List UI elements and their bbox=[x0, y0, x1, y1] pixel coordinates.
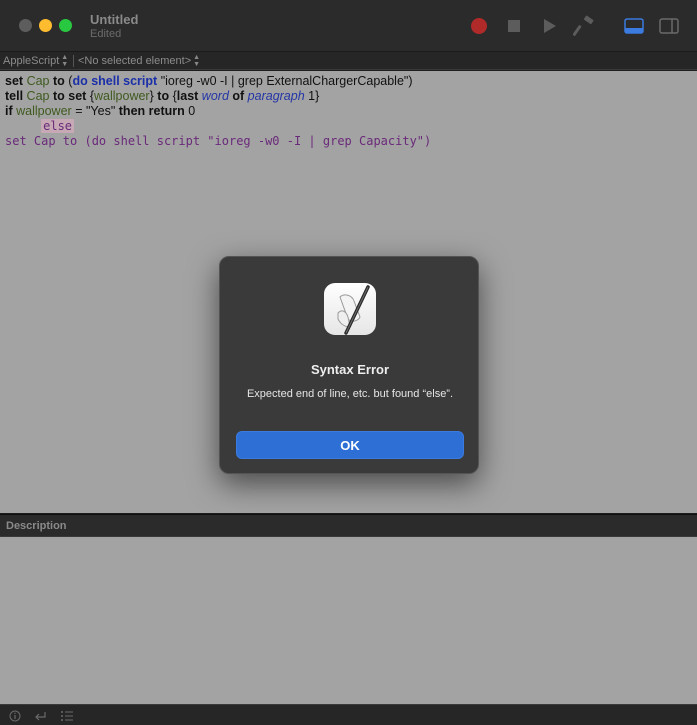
dialog-title: Syntax Error bbox=[310, 362, 390, 377]
stop-icon[interactable] bbox=[502, 14, 526, 38]
punctuation: ) bbox=[408, 74, 413, 88]
sidebar-icon[interactable] bbox=[657, 14, 681, 38]
punctuation: } bbox=[149, 89, 154, 103]
compile-icon[interactable] bbox=[572, 14, 596, 38]
variable: wallpower bbox=[16, 104, 72, 118]
string-literal: "Yes" bbox=[86, 104, 116, 118]
keyword: last bbox=[176, 89, 199, 103]
description-label: Description bbox=[6, 520, 67, 532]
variable: Cap bbox=[26, 74, 50, 88]
variable: wallpower bbox=[94, 89, 150, 103]
keyword: of bbox=[232, 89, 245, 103]
window-subtitle: Edited bbox=[90, 28, 122, 40]
keyword: to bbox=[157, 89, 170, 103]
number-literal: 0 bbox=[188, 104, 196, 118]
record-icon[interactable] bbox=[467, 14, 491, 38]
code-line: set Cap to (do shell script "ioreg -w0 -… bbox=[5, 74, 431, 89]
chevron-updown-icon: ▲ ▼ bbox=[193, 54, 201, 68]
window-title: Untitled bbox=[90, 12, 139, 27]
description-header: Description bbox=[0, 514, 697, 537]
class-name: paragraph bbox=[247, 89, 305, 103]
title-bar: Untitled Edited bbox=[0, 0, 697, 52]
variable: Cap bbox=[26, 89, 50, 103]
element-popup[interactable]: <No selected element> ▲ ▼ bbox=[78, 54, 200, 68]
class-name: word bbox=[201, 89, 229, 103]
info-icon[interactable] bbox=[8, 709, 22, 723]
reply-icon[interactable] bbox=[33, 709, 47, 723]
keyword: then bbox=[118, 104, 146, 118]
list-icon[interactable] bbox=[60, 709, 74, 723]
nav-divider bbox=[73, 55, 74, 67]
keyword: to bbox=[52, 89, 65, 103]
script-code: set Cap to (do shell script "ioreg -w0 -… bbox=[5, 74, 431, 149]
error-highlight: else bbox=[41, 119, 75, 133]
keyword: to bbox=[52, 74, 65, 88]
keyword: tell bbox=[5, 89, 24, 103]
chevron-updown-icon: ▲ ▼ bbox=[61, 54, 69, 68]
code-line: else bbox=[5, 119, 431, 134]
code-line: if wallpower = "Yes" then return 0 bbox=[5, 104, 431, 119]
keyword: return bbox=[148, 104, 185, 118]
navigation-bar: AppleScript ▲ ▼ <No selected element> ▲ ▼ bbox=[0, 52, 697, 70]
ok-button[interactable]: OK bbox=[236, 431, 464, 459]
code-line: tell Cap to set {wallpower} to {last wor… bbox=[5, 89, 431, 104]
language-popup[interactable]: AppleScript ▲ ▼ bbox=[3, 54, 68, 68]
zoom-window-button[interactable] bbox=[59, 19, 72, 32]
keyword: if bbox=[5, 104, 13, 118]
description-field[interactable] bbox=[0, 537, 697, 704]
bottom-bar bbox=[0, 704, 697, 725]
language-label: AppleScript bbox=[3, 55, 60, 67]
code-line: set Cap to (do shell script "ioreg -w0 -… bbox=[5, 134, 432, 148]
element-label: <No selected element> bbox=[78, 55, 192, 67]
minimize-window-button[interactable] bbox=[39, 19, 52, 32]
syntax-error-dialog: Syntax Error Expected end of line, etc. … bbox=[219, 256, 479, 474]
dialog-message: Expected end of line, etc. but found “el… bbox=[246, 388, 454, 400]
close-window-button[interactable] bbox=[19, 19, 32, 32]
bottom-panel-icon[interactable] bbox=[622, 14, 646, 38]
run-icon[interactable] bbox=[537, 14, 561, 38]
command: do shell script bbox=[72, 74, 158, 88]
punctuation: } bbox=[315, 89, 320, 103]
keyword: set bbox=[68, 89, 87, 103]
script-editor-app-icon bbox=[324, 283, 376, 335]
keyword: set bbox=[5, 74, 24, 88]
operator: = bbox=[75, 104, 83, 118]
string-literal: "ioreg -w0 -I | grep ExternalChargerCapa… bbox=[160, 74, 409, 88]
